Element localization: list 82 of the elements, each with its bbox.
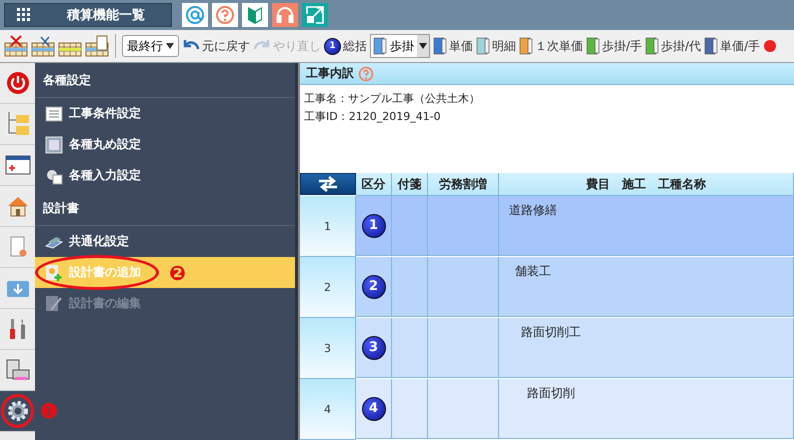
- level-select[interactable]: 歩掛: [370, 34, 430, 58]
- function-list-button[interactable]: 積算機能一覧: [4, 3, 172, 27]
- view-button[interactable]: 単価/手: [704, 37, 760, 55]
- caret-icon: [419, 43, 427, 49]
- table-cell: 2: [356, 257, 392, 317]
- view-button[interactable]: 歩掛/手: [586, 37, 642, 55]
- panel-icon: [45, 136, 63, 154]
- table-cell: 路面切削工: [499, 318, 794, 378]
- column-header: 労務割増: [428, 173, 499, 196]
- menu-item[interactable]: 共通化設定: [35, 226, 295, 257]
- table-cell: [428, 379, 499, 439]
- person-plus-icon: [45, 264, 63, 282]
- column-header: 費目 施工 工種名称: [499, 173, 794, 196]
- table-cell: [428, 257, 499, 317]
- undo-button[interactable]: 元に戻す: [182, 38, 250, 54]
- delete-row-button[interactable]: [4, 35, 28, 57]
- view-button[interactable]: 単価: [433, 37, 473, 55]
- calculator-printer-icon: [4, 358, 30, 382]
- document-icon: [8, 235, 28, 259]
- grid-icon: [17, 8, 31, 22]
- beginner-mark-button[interactable]: [242, 3, 268, 27]
- expand-icon: [305, 5, 325, 25]
- caret-icon: [166, 43, 174, 49]
- view-button[interactable]: １次単価: [519, 37, 583, 55]
- table-cell: [392, 257, 428, 317]
- power-icon: [6, 71, 30, 95]
- column-header: 区分: [356, 173, 392, 196]
- at-sign-icon: [185, 5, 205, 25]
- book-icon: [519, 37, 533, 55]
- table-cell: [392, 196, 428, 256]
- headset-icon: [275, 5, 295, 25]
- at-sign-button[interactable]: [182, 3, 208, 27]
- table-cell: 路面切削: [499, 379, 794, 439]
- paste-row-button[interactable]: [85, 35, 109, 57]
- table-cell: 3: [356, 318, 392, 378]
- table-cell: 舗装工: [499, 257, 794, 317]
- expand-button[interactable]: [302, 3, 328, 27]
- table-cell: 道路修繕: [499, 196, 794, 256]
- menu-section-header: 設計書: [35, 191, 295, 226]
- annotation-number: ❷: [169, 260, 186, 284]
- table-paste-icon: [85, 35, 109, 57]
- beginner-mark-icon: [247, 5, 263, 25]
- summary-button[interactable]: 1 総括: [324, 38, 367, 54]
- help-button[interactable]: [212, 3, 238, 27]
- table-cell: [428, 318, 499, 378]
- row-dropdown[interactable]: 最終行: [122, 35, 179, 57]
- menu-item[interactable]: 工事条件設定: [35, 98, 295, 129]
- book-icon: [373, 37, 387, 55]
- table-cell: [392, 318, 428, 378]
- house-icon: [6, 194, 30, 218]
- menu-item[interactable]: 各種入力設定: [35, 160, 295, 191]
- help-icon: [358, 66, 374, 82]
- project-info-text: 工事ID：2120_2019_41-0: [304, 109, 442, 124]
- menu-item[interactable]: 各種丸め設定: [35, 129, 295, 160]
- table-cell: 1: [356, 196, 392, 256]
- row-number: 3: [300, 318, 356, 379]
- support-button[interactable]: [272, 3, 298, 27]
- gear-icon: [6, 399, 30, 423]
- folder-tree-icon: [6, 111, 30, 137]
- swap-button[interactable]: [300, 173, 356, 195]
- row-number: 1: [300, 196, 356, 257]
- table-cell: [392, 379, 428, 439]
- project-info-text: 工事名：サンプル工事（公共土木）: [304, 91, 481, 106]
- swap-arrows-icon: [317, 176, 339, 192]
- annotation-number: ❶: [40, 400, 58, 424]
- ball-icon: [763, 39, 778, 53]
- view-button[interactable]: 明細: [476, 37, 516, 55]
- menu-section-header: 各種設定: [35, 63, 295, 98]
- view-button[interactable]: 歩掛/代: [645, 37, 702, 55]
- row-number: 2: [300, 257, 356, 318]
- document-pen-icon: [45, 294, 63, 312]
- row-number: 4: [300, 379, 356, 440]
- table-delete-icon: [4, 35, 28, 57]
- list-icon: [45, 106, 63, 122]
- help-icon: [215, 5, 235, 25]
- book-icon: [476, 37, 490, 55]
- column-header: 付箋: [392, 173, 428, 196]
- window-add-icon: [4, 154, 30, 176]
- book-icon: [586, 37, 600, 55]
- table-cell: 4: [356, 379, 392, 439]
- table-cell: [428, 196, 499, 256]
- panel-title: 工事内訳: [306, 65, 354, 82]
